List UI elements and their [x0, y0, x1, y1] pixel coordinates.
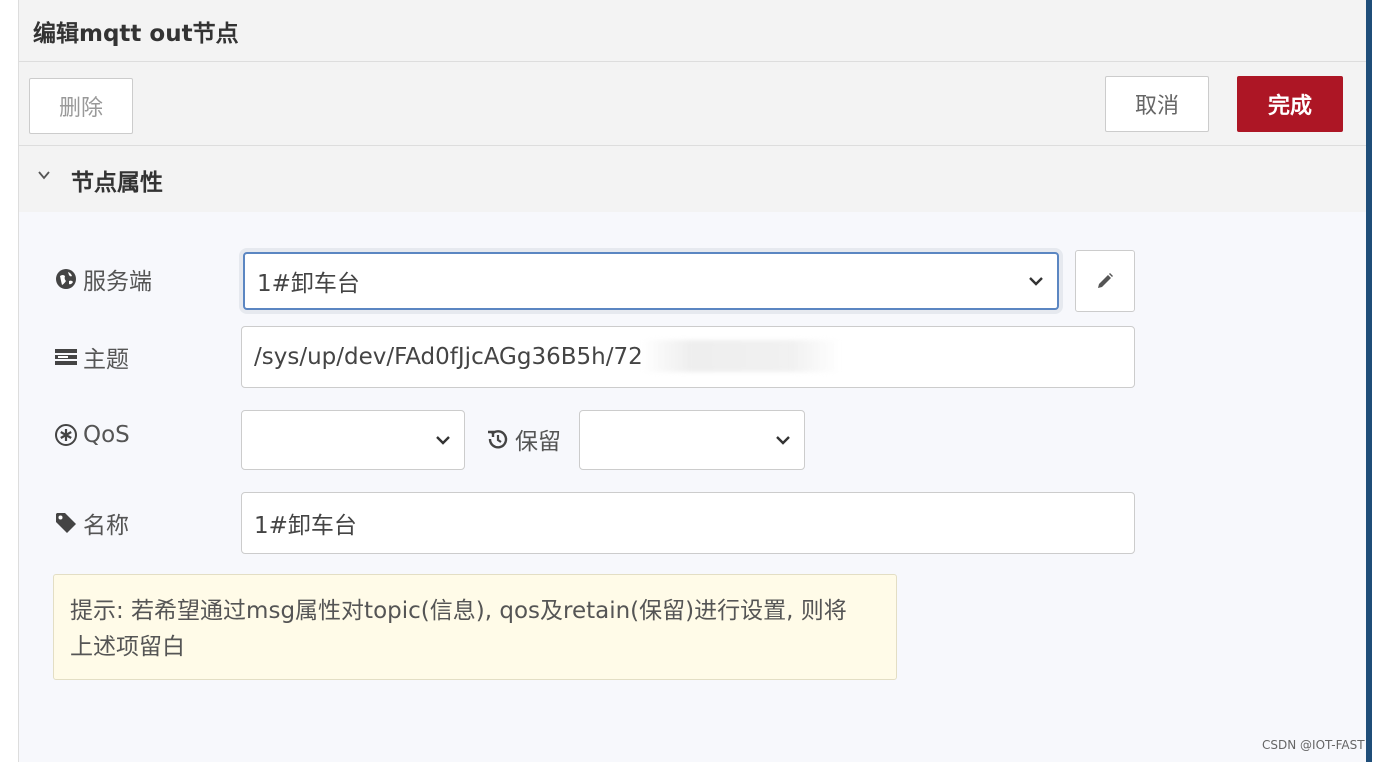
topic-value: /sys/up/dev/FAd0fJjcAGg36B5h/72 — [254, 344, 643, 370]
qos-select[interactable] — [241, 410, 465, 470]
done-button[interactable]: 完成 — [1237, 76, 1343, 132]
dialog-titlebar: 编辑mqtt out节点 — [19, 0, 1367, 62]
cancel-button[interactable]: 取消 — [1105, 76, 1209, 132]
chevron-down-icon — [37, 166, 51, 187]
globe-icon — [53, 266, 79, 292]
watermark: CSDN @IOT-FAST — [1262, 738, 1365, 752]
chevron-down-icon — [1029, 277, 1043, 286]
tag-icon — [53, 510, 79, 536]
server-select[interactable]: 1#卸车台 — [243, 252, 1059, 310]
tip-text-line2: 上述项留白 — [70, 634, 185, 660]
redaction-blur — [641, 340, 841, 372]
pencil-icon — [1098, 273, 1113, 288]
left-margin — [0, 0, 18, 762]
edit-dialog: 编辑mqtt out节点 删除 取消 完成 节点属性 服务端 1#卸车台 主题 … — [18, 0, 1367, 762]
qos-icon — [53, 422, 79, 448]
chevron-down-icon — [436, 436, 450, 445]
dialog-toolbar: 删除 取消 完成 — [19, 62, 1367, 146]
right-sidebar-edge — [1366, 0, 1384, 762]
qos-label: QoS — [53, 422, 130, 448]
dialog-title: 编辑mqtt out节点 — [33, 21, 239, 47]
topic-icon — [53, 344, 79, 370]
server-label: 服务端 — [53, 262, 152, 296]
name-label: 名称 — [53, 506, 129, 540]
chevron-down-icon — [776, 436, 790, 445]
section-label: 节点属性 — [71, 170, 163, 196]
name-input[interactable]: 1#卸车台 — [241, 492, 1135, 554]
retain-label: 保留 — [485, 422, 561, 456]
tip-text-line1: 提示: 若希望通过msg属性对topic(信息), qos及retain(保留)… — [70, 598, 847, 624]
history-icon — [485, 426, 511, 452]
name-value: 1#卸车台 — [254, 513, 357, 539]
server-value: 1#卸车台 — [257, 271, 360, 297]
delete-button[interactable]: 删除 — [29, 78, 133, 134]
node-properties-header[interactable]: 节点属性 — [19, 146, 1367, 212]
edit-server-button[interactable] — [1075, 250, 1135, 312]
accent-stripe — [1366, 0, 1372, 762]
topic-label: 主题 — [53, 340, 129, 374]
tip-box: 提示: 若希望通过msg属性对topic(信息), qos及retain(保留)… — [53, 574, 897, 680]
retain-select[interactable] — [579, 410, 805, 470]
